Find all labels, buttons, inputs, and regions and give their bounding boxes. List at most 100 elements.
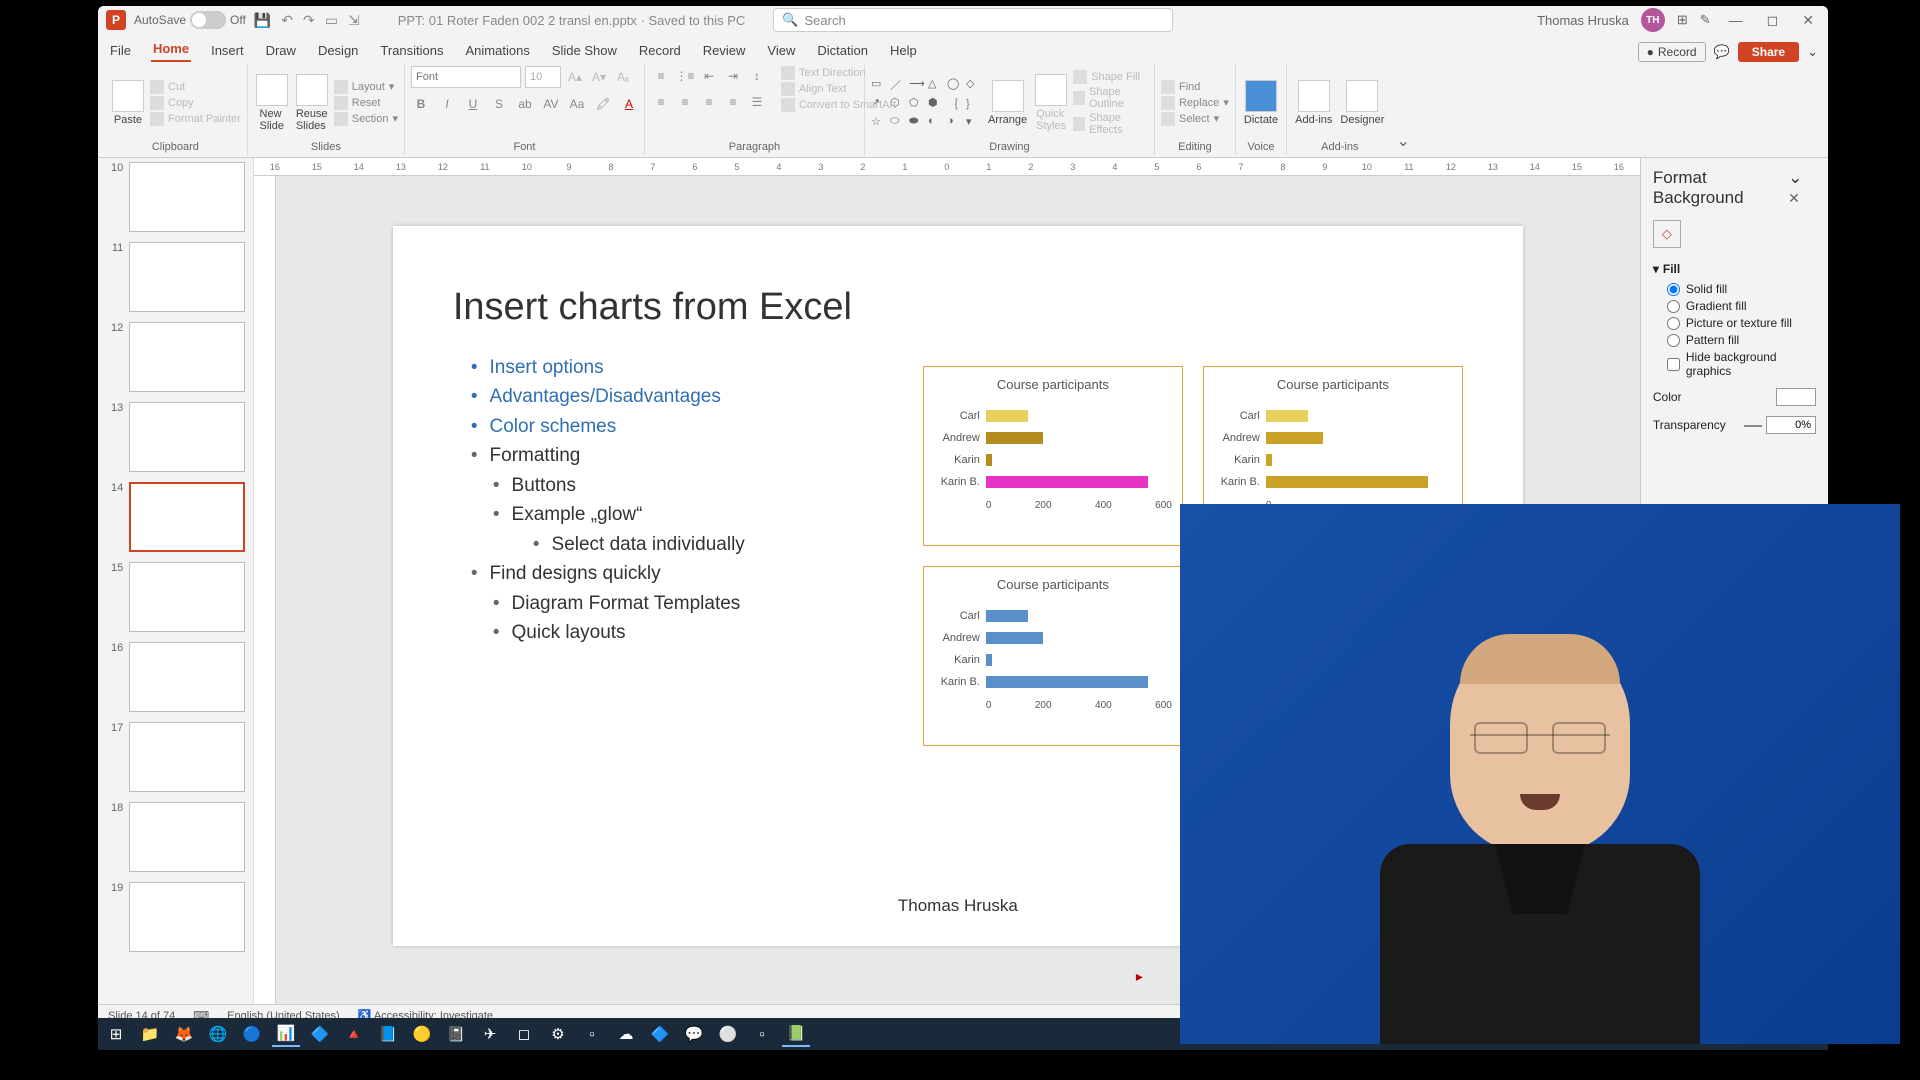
arrange-button[interactable]: Arrange — [986, 78, 1029, 128]
font-color-icon[interactable]: A — [619, 94, 639, 114]
app-icon-1[interactable]: 🔷 — [306, 1021, 334, 1047]
format-painter-button[interactable]: Format Painter — [150, 112, 241, 126]
vlc-icon[interactable]: 🔺 — [340, 1021, 368, 1047]
italic-icon[interactable]: I — [437, 94, 457, 114]
slide-title[interactable]: Insert charts from Excel — [453, 286, 1463, 329]
thumb-19[interactable]: 19 — [106, 882, 245, 952]
reset-button[interactable]: Reset — [334, 96, 398, 110]
select-button[interactable]: Select ▾ — [1161, 112, 1229, 126]
align-text-button[interactable]: Align Text — [781, 82, 896, 96]
fill-tab-icon[interactable]: ◇ — [1653, 220, 1681, 248]
slide-thumbnails-panel[interactable]: 10111213141516171819 — [98, 158, 254, 1004]
thumb-15[interactable]: 15 — [106, 562, 245, 632]
onenote-icon[interactable]: 📓 — [442, 1021, 470, 1047]
close-icon[interactable]: ✕ — [1796, 12, 1820, 29]
shape-effects-button[interactable]: Shape Effects — [1073, 112, 1148, 136]
tab-review[interactable]: Review — [701, 39, 748, 62]
from-beginning-icon[interactable]: ▭ — [325, 12, 338, 29]
user-avatar[interactable]: TH — [1641, 8, 1665, 32]
app-icon-9[interactable]: ⚪ — [714, 1021, 742, 1047]
autosave-switch[interactable] — [190, 11, 226, 29]
minimize-icon[interactable]: — — [1723, 12, 1749, 28]
thumb-12[interactable]: 12 — [106, 322, 245, 392]
share-button[interactable]: Share — [1738, 42, 1799, 62]
app-icon-5[interactable]: ⚙ — [544, 1021, 572, 1047]
pane-close-icon[interactable]: ✕ — [1788, 190, 1800, 206]
thumb-17[interactable]: 17 — [106, 722, 245, 792]
opt-solid-fill[interactable]: Solid fill — [1667, 282, 1816, 296]
whatsapp-icon[interactable]: 💬 — [680, 1021, 708, 1047]
shadow-icon[interactable]: ab — [515, 94, 535, 114]
thumb-16[interactable]: 16 — [106, 642, 245, 712]
chart-2[interactable]: Course participantsCarlAndrewKarinKarin … — [923, 566, 1183, 746]
indent-dec-icon[interactable]: ⇤ — [699, 66, 719, 86]
start-icon[interactable]: ⊞ — [102, 1021, 130, 1047]
radio-pattern[interactable] — [1667, 334, 1680, 347]
thumb-13[interactable]: 13 — [106, 402, 245, 472]
radio-picture[interactable] — [1667, 317, 1680, 330]
highlight-icon[interactable]: 🖍 — [593, 94, 613, 114]
numbering-icon[interactable]: ⋮≡ — [675, 66, 695, 86]
collapse-ribbon-icon[interactable]: ⌄ — [1392, 127, 1413, 155]
pane-options-icon[interactable]: ⌄ — [1788, 168, 1802, 187]
explorer-icon[interactable]: 📁 — [136, 1021, 164, 1047]
tab-animations[interactable]: Animations — [464, 39, 532, 62]
opt-picture-fill[interactable]: Picture or texture fill — [1667, 316, 1816, 330]
align-center-icon[interactable]: ≡ — [675, 92, 695, 112]
underline-icon[interactable]: U — [463, 94, 483, 114]
opt-pattern-fill[interactable]: Pattern fill — [1667, 333, 1816, 347]
text-direction-button[interactable]: Text Direction — [781, 66, 896, 80]
shape-outline-button[interactable]: Shape Outline — [1073, 86, 1148, 110]
thumb-11[interactable]: 11 — [106, 242, 245, 312]
app-icon-3[interactable]: 🟡 — [408, 1021, 436, 1047]
clear-format-icon[interactable]: Aₓ — [613, 67, 633, 87]
new-slide-button[interactable]: New Slide — [254, 72, 290, 134]
tab-help[interactable]: Help — [888, 39, 919, 62]
columns-icon[interactable]: ☰ — [747, 92, 767, 112]
chrome-icon[interactable]: 🌐 — [204, 1021, 232, 1047]
paste-button[interactable]: Paste — [110, 78, 146, 128]
touch-icon[interactable]: ⇲ — [348, 12, 360, 29]
align-right-icon[interactable]: ≡ — [699, 92, 719, 112]
ribbon-options-icon[interactable]: ⌄ — [1807, 44, 1818, 60]
tab-dictation[interactable]: Dictation — [815, 39, 870, 62]
copy-button[interactable]: Copy — [150, 96, 241, 110]
app-icon-4[interactable]: ◻ — [510, 1021, 538, 1047]
save-icon[interactable]: 💾 — [254, 12, 271, 29]
app-icon-6[interactable]: ▫ — [578, 1021, 606, 1047]
app-icon-7[interactable]: ☁ — [612, 1021, 640, 1047]
smartart-button[interactable]: Convert to SmartArt — [781, 98, 896, 112]
check-hide-bg[interactable] — [1667, 358, 1680, 371]
transparency-input[interactable] — [1766, 416, 1816, 434]
tab-home[interactable]: Home — [151, 37, 191, 62]
firefox-icon[interactable]: 🦊 — [170, 1021, 198, 1047]
tab-file[interactable]: File — [108, 39, 133, 62]
case-icon[interactable]: Aa — [567, 94, 587, 114]
tab-record[interactable]: Record — [637, 39, 683, 62]
strike-icon[interactable]: S — [489, 94, 509, 114]
present-icon[interactable]: ⊞ — [1677, 12, 1688, 28]
layout-button[interactable]: Layout ▾ — [334, 80, 398, 94]
tab-draw[interactable]: Draw — [264, 39, 298, 62]
bold-icon[interactable]: B — [411, 94, 431, 114]
tab-insert[interactable]: Insert — [209, 39, 246, 62]
justify-icon[interactable]: ≡ — [723, 92, 743, 112]
search-box[interactable]: 🔍 Search — [773, 8, 1173, 32]
shape-fill-button[interactable]: Shape Fill — [1073, 70, 1148, 84]
replace-button[interactable]: Replace ▾ — [1161, 96, 1229, 110]
radio-solid[interactable] — [1667, 283, 1680, 296]
transparency-slider[interactable]: ⎯⎯⎯ — [1744, 418, 1762, 433]
thumb-18[interactable]: 18 — [106, 802, 245, 872]
radio-gradient[interactable] — [1667, 300, 1680, 313]
tab-transitions[interactable]: Transitions — [378, 39, 445, 62]
font-name-combo[interactable] — [411, 66, 521, 88]
spacing-icon[interactable]: AV — [541, 94, 561, 114]
chart-0[interactable]: Course participantsCarlAndrewKarinKarin … — [923, 366, 1183, 546]
dictate-button[interactable]: Dictate — [1242, 78, 1280, 128]
autosave-toggle[interactable]: AutoSave Off — [134, 11, 246, 29]
app-icon-10[interactable]: ▫ — [748, 1021, 776, 1047]
app-icon-8[interactable]: 🔷 — [646, 1021, 674, 1047]
maximize-icon[interactable]: ◻ — [1761, 12, 1785, 29]
comments-icon[interactable]: 💬 — [1714, 44, 1730, 60]
fill-section-header[interactable]: ▾ Fill — [1653, 262, 1816, 276]
